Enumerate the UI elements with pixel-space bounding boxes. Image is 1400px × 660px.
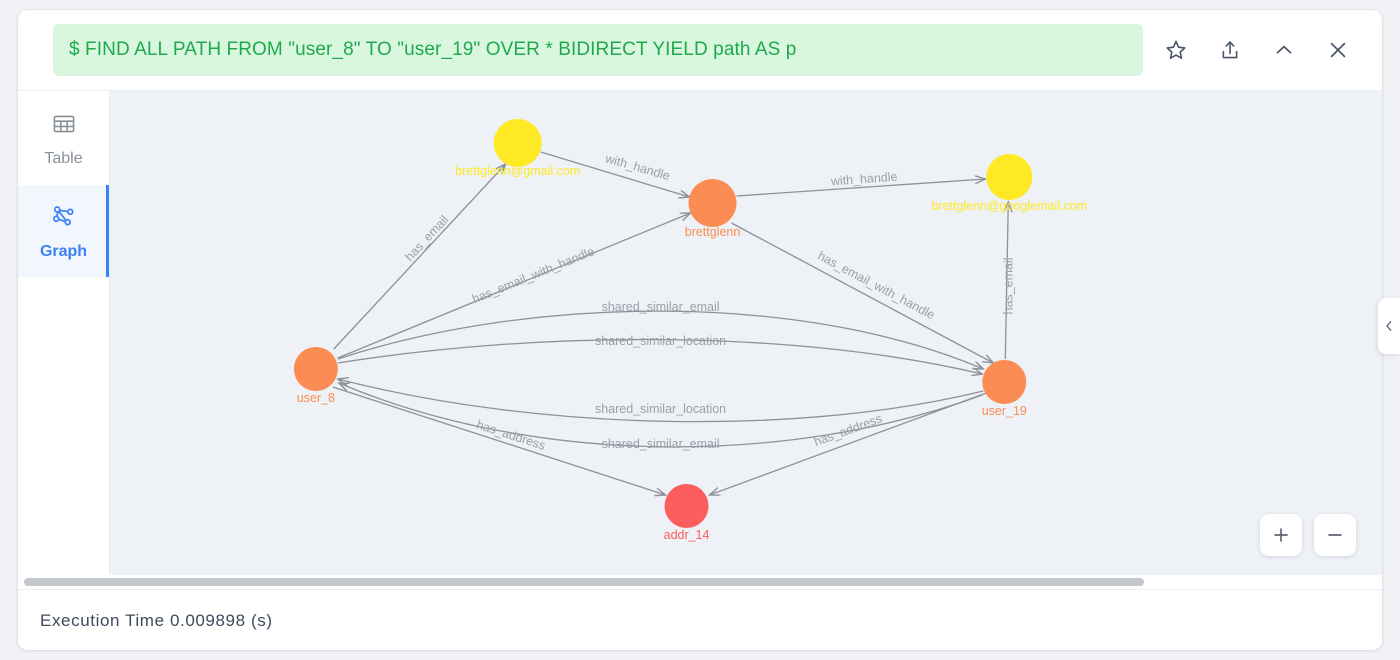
view-tabs: Table Graph	[18, 91, 110, 576]
tab-graph[interactable]: Graph	[18, 185, 109, 277]
edge-label: has_email	[1001, 258, 1015, 315]
graph-icon	[50, 202, 78, 235]
graph-nodes: brettglenn@gmail.com brettglenn brettgle…	[293, 119, 1088, 542]
graph-node-label: brettglenn@gmail.com	[455, 164, 580, 178]
graph-node-user[interactable]	[688, 179, 737, 227]
query-text: $ FIND ALL PATH FROM "user_8" TO "user_1…	[69, 39, 797, 60]
tab-table-label: Table	[44, 149, 83, 167]
graph-node-label: user_19	[982, 404, 1027, 418]
query-result-card: $ FIND ALL PATH FROM "user_8" TO "user_1…	[18, 10, 1382, 650]
edge-label: shared_similar_email	[602, 300, 720, 314]
edge-label: shared_similar_email	[602, 437, 720, 451]
edge-label: shared_similar_location	[595, 334, 726, 348]
zoom-controls	[1260, 514, 1356, 556]
graph-node-address[interactable]	[664, 484, 709, 528]
graph-node-label: addr_14	[664, 528, 710, 542]
edge-label: has_email_with_handle	[470, 244, 596, 306]
query-input[interactable]: $ FIND ALL PATH FROM "user_8" TO "user_1…	[53, 24, 1143, 76]
collapse-chevron-up-icon[interactable]	[1265, 31, 1303, 69]
zoom-in-button[interactable]	[1260, 514, 1302, 556]
execution-time-label: Execution Time 0.009898 (s)	[40, 610, 273, 630]
tab-table[interactable]: Table	[18, 93, 109, 185]
graph-node-email[interactable]	[493, 119, 542, 167]
horizontal-scrollbar[interactable]	[18, 575, 1382, 589]
graph-node-label: user_8	[297, 391, 335, 405]
edge-label: shared_similar_location	[595, 402, 726, 416]
close-icon[interactable]	[1319, 31, 1357, 69]
edge-label: with_handle	[603, 151, 672, 183]
query-bar: $ FIND ALL PATH FROM "user_8" TO "user_1…	[18, 10, 1382, 90]
graph-svg: has_email with_handle has_email_with_han…	[293, 119, 1088, 542]
graph-node-user[interactable]	[293, 347, 338, 391]
zoom-out-button[interactable]	[1314, 514, 1356, 556]
graph-node-label: brettglenn	[685, 225, 741, 239]
favorite-star-icon[interactable]	[1157, 31, 1195, 69]
graph-node-user[interactable]	[982, 360, 1027, 404]
result-content: Table Graph has_email with_handle has_em…	[18, 90, 1382, 576]
result-footer: Execution Time 0.009898 (s)	[18, 589, 1382, 650]
table-icon	[51, 111, 77, 142]
query-bar-actions	[1157, 31, 1357, 69]
graph-canvas[interactable]: has_email with_handle has_email_with_han…	[110, 91, 1382, 576]
edge-label: has_address	[475, 417, 547, 452]
result-panel-screen: $ FIND ALL PATH FROM "user_8" TO "user_1…	[0, 0, 1400, 660]
graph-node-email[interactable]	[986, 154, 1033, 200]
side-panel-toggle[interactable]	[1378, 298, 1400, 354]
graph-node-label: brettglenn@googlemail.com	[932, 199, 1088, 213]
export-share-icon[interactable]	[1211, 31, 1249, 69]
tab-graph-label: Graph	[39, 242, 88, 260]
edge-label: has_email_with_handle	[815, 249, 937, 323]
edge-label: has_email	[402, 213, 451, 264]
scrollbar-thumb[interactable]	[24, 578, 1144, 586]
